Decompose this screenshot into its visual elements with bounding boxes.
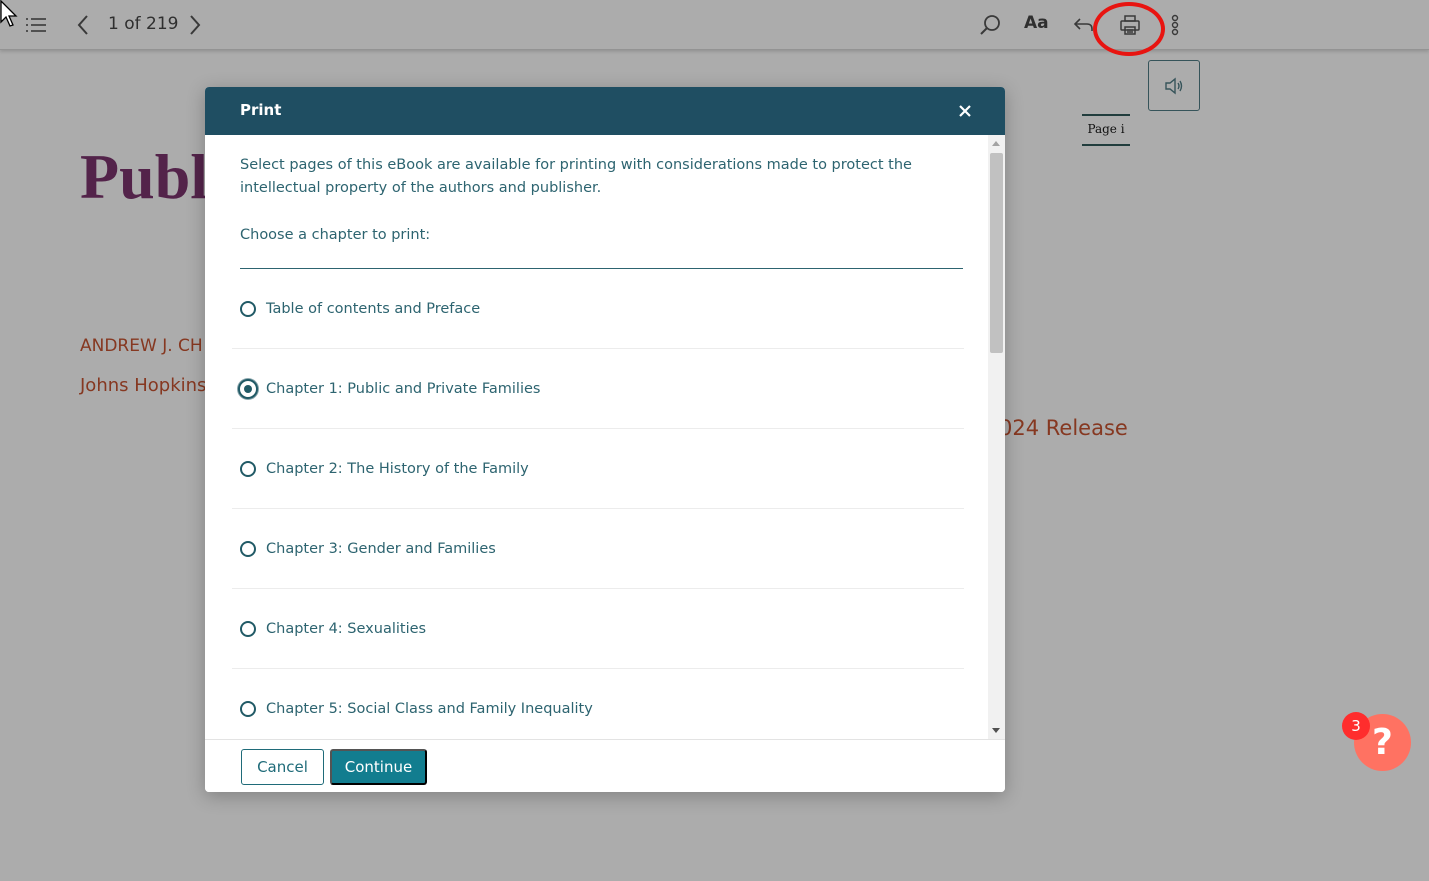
chapter-option-label: Chapter 5: Social Class and Family Inequ… bbox=[266, 701, 593, 717]
print-dialog-header: Print bbox=[205, 87, 1005, 135]
chapter-option[interactable]: Chapter 1: Public and Private Families bbox=[232, 349, 964, 429]
chapter-option-label: Table of contents and Preface bbox=[266, 300, 481, 317]
chapter-option[interactable]: Chapter 4: Sexualities bbox=[232, 589, 964, 669]
radio-button[interactable] bbox=[240, 620, 256, 637]
chapter-option[interactable]: Chapter 2: The History of the Family bbox=[232, 429, 964, 509]
cancel-button[interactable]: Cancel bbox=[241, 749, 324, 785]
radio-button[interactable] bbox=[240, 540, 256, 557]
chapter-option[interactable]: Table of contents and Preface bbox=[232, 269, 964, 349]
scroll-up-arrow-icon[interactable] bbox=[992, 141, 1000, 146]
chapter-option-label: Chapter 4: Sexualities bbox=[266, 620, 427, 637]
dialog-scrollbar[interactable] bbox=[988, 135, 1005, 739]
continue-button[interactable]: Continue bbox=[330, 749, 427, 785]
print-dialog-footer: Cancel Continue bbox=[205, 739, 1005, 792]
print-dialog: Print Select pages of this eBook are ava… bbox=[205, 87, 1005, 792]
scroll-down-arrow-icon[interactable] bbox=[992, 728, 1000, 733]
chapter-option-label: Chapter 2: The History of the Family bbox=[266, 460, 529, 477]
radio-button[interactable] bbox=[240, 460, 256, 477]
chapter-option-label: Chapter 3: Gender and Families bbox=[266, 540, 496, 557]
chapter-option-label: Chapter 1: Public and Private Families bbox=[266, 380, 541, 397]
print-intro-text: Select pages of this eBook are available… bbox=[240, 157, 912, 196]
print-highlight-ring bbox=[1093, 2, 1165, 56]
radio-button[interactable] bbox=[240, 701, 256, 717]
radio-button[interactable] bbox=[240, 300, 256, 317]
chapter-radio-list: Table of contents and Preface Chapter 1:… bbox=[232, 269, 964, 739]
chapter-option[interactable]: Chapter 3: Gender and Families bbox=[232, 509, 964, 589]
scrollbar-thumb[interactable] bbox=[990, 153, 1003, 353]
help-notification-badge: 3 bbox=[1342, 712, 1370, 740]
help-question-icon: ? bbox=[1372, 722, 1393, 763]
choose-chapter-label: Choose a chapter to print: bbox=[240, 227, 431, 243]
close-icon[interactable] bbox=[953, 99, 977, 123]
print-dialog-title: Print bbox=[240, 101, 282, 119]
chapter-option[interactable]: Chapter 5: Social Class and Family Inequ… bbox=[232, 669, 964, 739]
radio-button-selected[interactable] bbox=[238, 378, 258, 399]
print-dialog-body: Select pages of this eBook are available… bbox=[205, 135, 1005, 739]
mouse-cursor-icon bbox=[0, 0, 18, 27]
